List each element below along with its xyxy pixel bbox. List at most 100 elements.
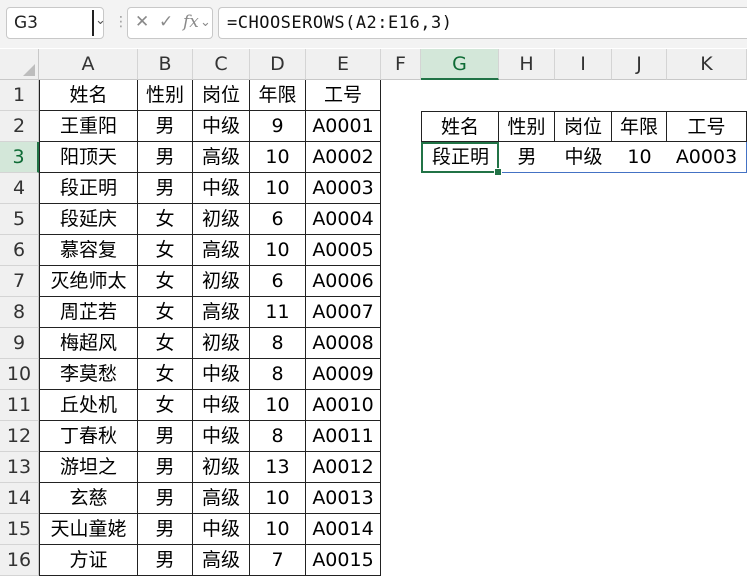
close-icon[interactable]: ✕ bbox=[135, 12, 149, 32]
table-cell[interactable]: A0010 bbox=[306, 390, 381, 421]
table-cell[interactable]: 8 bbox=[250, 328, 306, 359]
column-header-j[interactable]: J bbox=[612, 49, 667, 80]
fill-handle[interactable] bbox=[494, 168, 502, 176]
table-cell[interactable]: 10 bbox=[250, 483, 306, 514]
table-cell[interactable]: 10 bbox=[250, 235, 306, 266]
fx-icon[interactable]: fx bbox=[183, 12, 199, 32]
table-cell[interactable]: 女 bbox=[138, 328, 193, 359]
table-cell[interactable]: 初级 bbox=[193, 266, 250, 297]
table-cell[interactable]: 方证 bbox=[39, 545, 138, 576]
table-cell[interactable]: 丁春秋 bbox=[39, 421, 138, 452]
table-cell[interactable]: 男 bbox=[138, 514, 193, 545]
table-header-cell[interactable]: 工号 bbox=[306, 80, 381, 111]
table-cell[interactable]: 男 bbox=[138, 545, 193, 576]
row-header-3[interactable]: 3 bbox=[0, 142, 39, 173]
table-cell[interactable]: 中级 bbox=[193, 111, 250, 142]
table-cell[interactable]: 女 bbox=[138, 235, 193, 266]
table-cell[interactable]: 男 bbox=[138, 142, 193, 173]
table-cell[interactable]: 女 bbox=[138, 359, 193, 390]
row-header-11[interactable]: 11 bbox=[0, 390, 39, 421]
row-header-14[interactable]: 14 bbox=[0, 483, 39, 514]
table-cell[interactable]: 高级 bbox=[193, 545, 250, 576]
table-cell[interactable]: 10 bbox=[250, 142, 306, 173]
result-cell[interactable]: 10 bbox=[612, 142, 667, 173]
row-header-5[interactable]: 5 bbox=[0, 204, 39, 235]
result-cell[interactable]: A0003 bbox=[667, 142, 747, 173]
table-cell[interactable]: 10 bbox=[250, 514, 306, 545]
table-cell[interactable]: 中级 bbox=[193, 421, 250, 452]
row-header-4[interactable]: 4 bbox=[0, 173, 39, 204]
table-cell[interactable]: 男 bbox=[138, 173, 193, 204]
table-cell[interactable]: 9 bbox=[250, 111, 306, 142]
table-cell[interactable]: 男 bbox=[138, 483, 193, 514]
table-header-cell[interactable]: 性别 bbox=[138, 80, 193, 111]
result-cell[interactable]: 段正明 bbox=[421, 142, 499, 173]
table-cell[interactable]: A0013 bbox=[306, 483, 381, 514]
table-cell[interactable]: 中级 bbox=[193, 173, 250, 204]
column-header-e[interactable]: E bbox=[306, 49, 381, 80]
table-cell[interactable]: 男 bbox=[138, 421, 193, 452]
row-header-13[interactable]: 13 bbox=[0, 452, 39, 483]
table-cell[interactable]: A0006 bbox=[306, 266, 381, 297]
row-header-2[interactable]: 2 bbox=[0, 111, 39, 142]
table-cell[interactable]: 11 bbox=[250, 297, 306, 328]
table-cell[interactable]: 8 bbox=[250, 359, 306, 390]
row-header-16[interactable]: 16 bbox=[0, 545, 39, 576]
table-cell[interactable]: 男 bbox=[138, 452, 193, 483]
table-cell[interactable]: 梅超风 bbox=[39, 328, 138, 359]
result-header-cell[interactable]: 工号 bbox=[667, 111, 747, 142]
result-header-cell[interactable]: 性别 bbox=[499, 111, 555, 142]
table-cell[interactable]: 8 bbox=[250, 421, 306, 452]
table-cell[interactable]: 天山童姥 bbox=[39, 514, 138, 545]
table-cell[interactable]: 女 bbox=[138, 390, 193, 421]
table-cell[interactable]: A0003 bbox=[306, 173, 381, 204]
table-cell[interactable]: 阳顶天 bbox=[39, 142, 138, 173]
table-cell[interactable]: 慕容复 bbox=[39, 235, 138, 266]
table-cell[interactable]: 中级 bbox=[193, 359, 250, 390]
table-cell[interactable]: A0007 bbox=[306, 297, 381, 328]
table-cell[interactable]: 段延庆 bbox=[39, 204, 138, 235]
table-header-cell[interactable]: 姓名 bbox=[39, 80, 138, 111]
table-cell[interactable]: 初级 bbox=[193, 328, 250, 359]
name-box[interactable]: G3 ⌄ bbox=[6, 7, 106, 39]
table-cell[interactable]: 10 bbox=[250, 390, 306, 421]
row-header-10[interactable]: 10 bbox=[0, 359, 39, 390]
row-header-6[interactable]: 6 bbox=[0, 235, 39, 266]
select-all-button[interactable] bbox=[0, 49, 39, 80]
row-header-8[interactable]: 8 bbox=[0, 297, 39, 328]
table-cell[interactable]: 段正明 bbox=[39, 173, 138, 204]
table-cell[interactable]: 6 bbox=[250, 204, 306, 235]
table-cell[interactable]: 中级 bbox=[193, 390, 250, 421]
result-cell[interactable]: 中级 bbox=[555, 142, 612, 173]
table-cell[interactable]: 高级 bbox=[193, 142, 250, 173]
result-header-cell[interactable]: 年限 bbox=[612, 111, 667, 142]
chevron-down-icon[interactable]: ⌄ bbox=[200, 15, 211, 30]
table-cell[interactable]: 高级 bbox=[193, 297, 250, 328]
table-cell[interactable]: 6 bbox=[250, 266, 306, 297]
table-cell[interactable]: 灭绝师太 bbox=[39, 266, 138, 297]
column-header-k[interactable]: K bbox=[667, 49, 747, 80]
table-cell[interactable]: A0002 bbox=[306, 142, 381, 173]
row-header-7[interactable]: 7 bbox=[0, 266, 39, 297]
column-header-h[interactable]: H bbox=[499, 49, 555, 80]
table-cell[interactable]: A0015 bbox=[306, 545, 381, 576]
more-options-icon[interactable]: ⋮ bbox=[114, 14, 128, 30]
table-header-cell[interactable]: 岗位 bbox=[193, 80, 250, 111]
table-header-cell[interactable]: 年限 bbox=[250, 80, 306, 111]
column-header-d[interactable]: D bbox=[250, 49, 306, 80]
column-header-g[interactable]: G bbox=[421, 49, 499, 80]
table-cell[interactable]: 初级 bbox=[193, 452, 250, 483]
table-cell[interactable]: 游坦之 bbox=[39, 452, 138, 483]
table-cell[interactable]: A0004 bbox=[306, 204, 381, 235]
table-cell[interactable]: A0005 bbox=[306, 235, 381, 266]
column-header-a[interactable]: A bbox=[39, 49, 138, 80]
row-header-9[interactable]: 9 bbox=[0, 328, 39, 359]
table-cell[interactable]: A0012 bbox=[306, 452, 381, 483]
column-header-i[interactable]: I bbox=[555, 49, 612, 80]
table-cell[interactable]: 13 bbox=[250, 452, 306, 483]
check-icon[interactable]: ✓ bbox=[159, 12, 173, 32]
table-cell[interactable]: 王重阳 bbox=[39, 111, 138, 142]
result-header-cell[interactable]: 岗位 bbox=[555, 111, 612, 142]
row-header-12[interactable]: 12 bbox=[0, 421, 39, 452]
chevron-down-icon[interactable]: ⌄ bbox=[95, 13, 106, 28]
